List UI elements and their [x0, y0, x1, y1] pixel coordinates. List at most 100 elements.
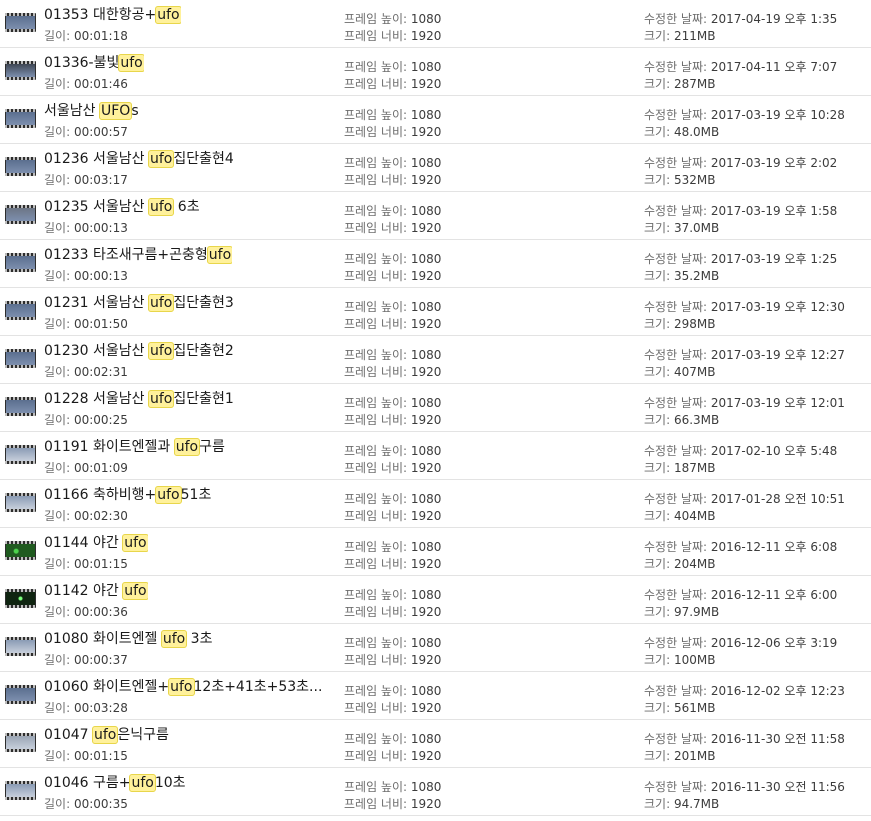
size-label: 크기: [644, 365, 674, 379]
file-row[interactable]: 서울남산 UFOs 길이: 00:00:57 프레임 높이: 1080 프레임 … [0, 96, 871, 144]
frame-width: 프레임 너비: 1920 [344, 701, 441, 716]
file-length: 길이: 00:00:25 [44, 413, 128, 428]
file-row[interactable]: 01236 서울남산 ufo집단출현4 길이: 00:03:17 프레임 높이:… [0, 144, 871, 192]
thumbnail-frame [6, 64, 35, 77]
length-value: 00:00:37 [73, 653, 128, 667]
file-row[interactable]: 01230 서울남산 ufo집단출현2 길이: 00:02:31 프레임 높이:… [0, 336, 871, 384]
search-match-highlight: ufo [147, 150, 175, 168]
file-row[interactable]: 01060 화이트엔젤+ufo12초+41초+53초... 길이: 00:03:… [0, 672, 871, 720]
size-label: 크기: [644, 557, 674, 571]
modified-value: 2016-12-11 오후 6:08 [710, 540, 838, 554]
frame-width-label: 프레임 너비: [344, 557, 411, 571]
file-name[interactable]: 01235 서울남산 ufo 6초 [44, 198, 200, 217]
file-name[interactable]: 01080 화이트엔젤 ufo 3초 [44, 630, 212, 649]
file-name[interactable]: 01166 축하비행+ufo51초 [44, 486, 211, 505]
frame-width-value: 1920 [410, 509, 442, 523]
file-row[interactable]: 01231 서울남산 ufo집단출현3 길이: 00:01:50 프레임 높이:… [0, 288, 871, 336]
file-name[interactable]: 01191 화이트엔젤과 ufo구름 [44, 438, 225, 457]
file-name[interactable]: 01060 화이트엔젤+ufo12초+41초+53초... [44, 678, 322, 697]
film-perforation [5, 445, 36, 448]
file-name[interactable]: 01047 ufo은닉구름 [44, 726, 169, 745]
file-name-prefix: 01046 구름+ [44, 775, 131, 791]
size-value: 561MB [673, 701, 716, 715]
file-length: 길이: 00:00:35 [44, 797, 128, 812]
file-size: 크기: 204MB [644, 557, 715, 572]
size-value: 407MB [673, 365, 716, 379]
size-value: 94.7MB [673, 797, 720, 811]
file-name[interactable]: 01228 서울남산 ufo집단출현1 [44, 390, 234, 409]
modified-date: 수정한 날짜: 2017-04-19 오후 1:35 [644, 12, 837, 27]
size-value: 37.0MB [673, 221, 720, 235]
modified-date: 수정한 날짜: 2017-03-19 오후 12:30 [644, 300, 845, 315]
video-thumbnail-icon [5, 733, 36, 752]
length-value: 00:01:46 [73, 77, 128, 91]
modified-label: 수정한 날짜: [644, 684, 711, 698]
file-row[interactable]: 01191 화이트엔젤과 ufo구름 길이: 00:01:09 프레임 높이: … [0, 432, 871, 480]
file-row[interactable]: 01047 ufo은닉구름 길이: 00:01:15 프레임 높이: 1080 … [0, 720, 871, 768]
file-name-suffix: 6초 [173, 199, 200, 215]
modified-value: 2017-03-19 오후 2:02 [710, 156, 838, 170]
file-row[interactable]: 01228 서울남산 ufo집단출현1 길이: 00:00:25 프레임 높이:… [0, 384, 871, 432]
frame-width-value: 1920 [410, 365, 442, 379]
file-row[interactable]: 01235 서울남산 ufo 6초 길이: 00:00:13 프레임 높이: 1… [0, 192, 871, 240]
file-row[interactable]: 01233 타조새구름+곤충형ufo 길이: 00:00:13 프레임 높이: … [0, 240, 871, 288]
file-size: 크기: 287MB [644, 77, 715, 92]
frame-width: 프레임 너비: 1920 [344, 797, 441, 812]
file-name[interactable]: 01231 서울남산 ufo집단출현3 [44, 294, 234, 313]
file-row[interactable]: 01166 축하비행+ufo51초 길이: 00:02:30 프레임 높이: 1… [0, 480, 871, 528]
video-thumbnail-icon [5, 781, 36, 800]
video-thumbnail-icon [5, 109, 36, 128]
file-name[interactable]: 서울남산 UFOs [44, 102, 139, 121]
file-row[interactable]: 01046 구름+ufo10초 길이: 00:00:35 프레임 높이: 108… [0, 768, 871, 816]
search-match-highlight: ufo [168, 678, 195, 696]
file-row[interactable]: 01353 대한항공+ufo 길이: 00:01:18 프레임 높이: 1080… [0, 0, 871, 48]
frame-width: 프레임 너비: 1920 [344, 221, 441, 236]
modified-label: 수정한 날짜: [644, 12, 711, 26]
film-perforation [5, 61, 36, 64]
file-name[interactable]: 01142 야간 ufo [44, 582, 148, 601]
modified-value: 2017-03-19 오후 1:25 [710, 252, 838, 266]
file-name[interactable]: 01144 야간 ufo [44, 534, 148, 553]
file-size: 크기: 94.7MB [644, 797, 719, 812]
frame-height: 프레임 높이: 1080 [344, 108, 441, 123]
file-row[interactable]: 01080 화이트엔젤 ufo 3초 길이: 00:00:37 프레임 높이: … [0, 624, 871, 672]
frame-width-label: 프레임 너비: [344, 701, 411, 715]
search-match-highlight: UFO [98, 102, 133, 120]
size-value: 211MB [673, 29, 716, 43]
frame-height-value: 1080 [410, 12, 442, 26]
modified-date: 수정한 날짜: 2016-12-11 오후 6:08 [644, 540, 837, 555]
modified-label: 수정한 날짜: [644, 636, 711, 650]
search-match-highlight: ufo [147, 198, 175, 216]
file-name[interactable]: 01046 구름+ufo10초 [44, 774, 186, 793]
search-match-highlight: ufo [155, 6, 181, 24]
file-name-suffix: 집단출현4 [173, 151, 234, 167]
search-match-highlight: ufo [122, 582, 148, 600]
file-name-prefix: 01047 [44, 727, 93, 743]
thumbnail-frame [6, 640, 35, 653]
file-row[interactable]: 01142 야간 ufo 길이: 00:00:36 프레임 높이: 1080 프… [0, 576, 871, 624]
size-value: 48.0MB [673, 125, 720, 139]
file-row[interactable]: 01144 야간 ufo 길이: 00:01:15 프레임 높이: 1080 프… [0, 528, 871, 576]
thumbnail-frame [6, 400, 35, 413]
frame-width-value: 1920 [410, 317, 442, 331]
search-match-highlight: ufo [122, 534, 148, 552]
length-value: 00:03:28 [73, 701, 128, 715]
length-label: 길이: [44, 605, 74, 619]
film-perforation [5, 109, 36, 112]
modified-value: 2016-12-06 오후 3:19 [710, 636, 838, 650]
modified-label: 수정한 날짜: [644, 156, 711, 170]
file-size: 크기: 48.0MB [644, 125, 719, 140]
file-name[interactable]: 01353 대한항공+ufo [44, 6, 181, 25]
file-name[interactable]: 01236 서울남산 ufo집단출현4 [44, 150, 234, 169]
search-match-highlight: ufo [160, 630, 188, 648]
file-name[interactable]: 01230 서울남산 ufo집단출현2 [44, 342, 234, 361]
frame-width-label: 프레임 너비: [344, 365, 411, 379]
frame-width-value: 1920 [410, 77, 442, 91]
file-name[interactable]: 01336-불빛ufo [44, 54, 144, 73]
file-length: 길이: 00:01:15 [44, 749, 128, 764]
file-row[interactable]: 01336-불빛ufo 길이: 00:01:46 프레임 높이: 1080 프레… [0, 48, 871, 96]
modified-date: 수정한 날짜: 2017-03-19 오후 1:58 [644, 204, 837, 219]
thumbnail-frame [6, 160, 35, 173]
file-name[interactable]: 01233 타조새구름+곤충형ufo [44, 246, 233, 265]
file-size: 크기: 97.9MB [644, 605, 719, 620]
